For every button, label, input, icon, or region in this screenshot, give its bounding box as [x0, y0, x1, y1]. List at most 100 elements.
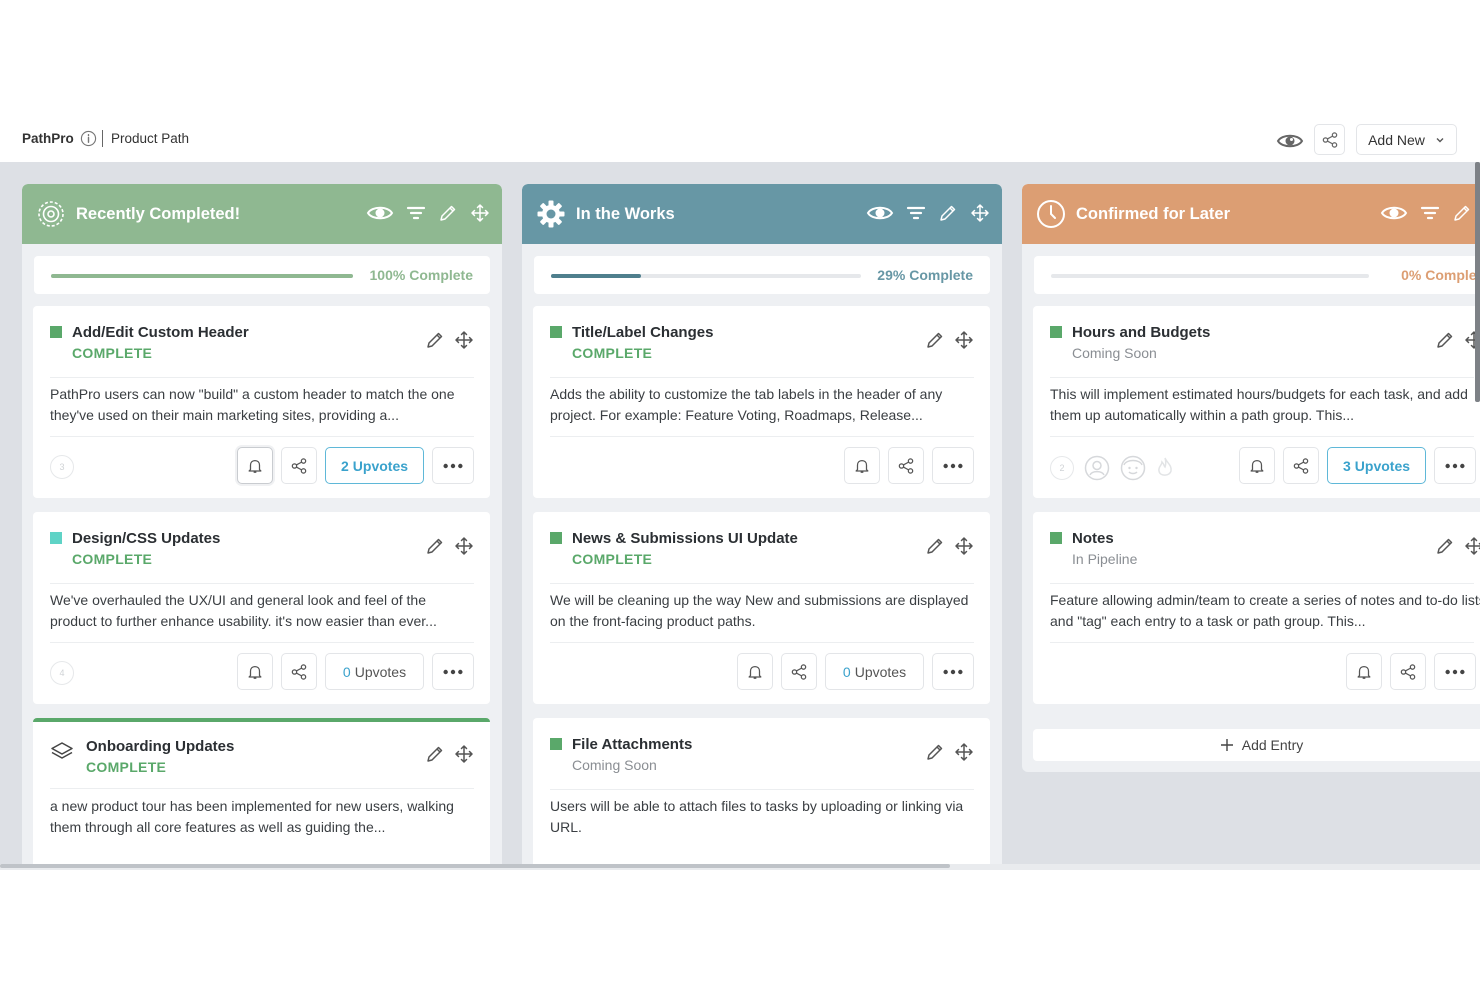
more-options-button[interactable] [1434, 447, 1476, 484]
pencil-icon[interactable] [925, 330, 945, 350]
breadcrumb[interactable]: Product Path [111, 131, 189, 146]
notify-button[interactable] [237, 447, 273, 484]
add-new-button[interactable]: Add New [1356, 124, 1457, 155]
share-icon [897, 457, 915, 475]
share-button[interactable] [1314, 124, 1345, 155]
share-button[interactable] [1390, 653, 1426, 690]
card-description: PathPro users can now "build" a custom h… [50, 386, 455, 423]
avatar-count: 4 [50, 661, 74, 685]
vertical-scrollbar[interactable] [1475, 162, 1480, 402]
notify-button[interactable] [737, 653, 773, 690]
move-icon[interactable] [454, 330, 474, 350]
notify-button[interactable] [237, 653, 273, 690]
more-options-button[interactable] [432, 447, 474, 484]
add-entry-button[interactable]: Add Entry [1033, 729, 1480, 761]
task-card[interactable]: File Attachments Coming Soon Users will … [533, 718, 990, 866]
more-options-button[interactable] [1434, 653, 1476, 690]
filter-icon[interactable] [906, 203, 926, 223]
share-icon [290, 457, 308, 475]
pencil-icon[interactable] [1452, 203, 1472, 223]
add-entry-label: Add Entry [1241, 737, 1304, 753]
pencil-icon[interactable] [1435, 330, 1455, 350]
task-card[interactable]: Design/CSS Updates COMPLETE We've overha… [33, 512, 490, 704]
share-button[interactable] [781, 653, 817, 690]
share-button[interactable] [281, 653, 317, 690]
card-title[interactable]: Design/CSS Updates [72, 530, 220, 547]
scrollbar-thumb[interactable] [0, 864, 950, 868]
target-icon [36, 199, 66, 229]
more-options-button[interactable] [932, 653, 974, 690]
move-icon[interactable] [1464, 536, 1480, 556]
task-card[interactable]: Add/Edit Custom Header COMPLETE PathPro … [33, 306, 490, 498]
upvote-button[interactable]: 3 Upvotes [1327, 447, 1426, 484]
task-card[interactable]: Title/Label Changes COMPLETE Adds the ab… [533, 306, 990, 498]
divider [1050, 583, 1474, 584]
flame-icon [1158, 457, 1172, 476]
move-icon[interactable] [954, 536, 974, 556]
notify-button[interactable] [1239, 447, 1275, 484]
gear-icon [536, 199, 566, 229]
card-title[interactable]: News & Submissions UI Update [572, 530, 798, 547]
pencil-icon[interactable] [938, 203, 958, 223]
task-card[interactable]: News & Submissions UI Update COMPLETE We… [533, 512, 990, 704]
card-description: This will implement estimated hours/budg… [1050, 386, 1468, 423]
move-icon[interactable] [454, 536, 474, 556]
divider [550, 436, 974, 437]
card-title[interactable]: File Attachments [572, 736, 692, 753]
eye-icon[interactable] [366, 203, 394, 223]
share-button[interactable] [1283, 447, 1319, 484]
card-description: We've overhauled the UX/UI and general l… [50, 592, 437, 629]
progress-track [551, 274, 861, 278]
share-button[interactable] [281, 447, 317, 484]
filter-icon[interactable] [1420, 203, 1440, 223]
upvote-button[interactable]: 0 Upvotes [825, 653, 924, 690]
move-icon[interactable] [954, 742, 974, 762]
eye-icon[interactable] [1276, 130, 1304, 152]
more-icon [942, 462, 964, 470]
pencil-icon[interactable] [925, 742, 945, 762]
progress-card: 29% Complete [534, 256, 990, 294]
share-button[interactable] [888, 447, 924, 484]
task-card[interactable]: Notes In Pipeline Feature allowing admin… [1033, 512, 1480, 704]
status-square [550, 326, 562, 338]
upvote-button[interactable]: 0 Upvotes [325, 653, 424, 690]
notify-button[interactable] [1346, 653, 1382, 690]
upvote-count: 2 [340, 457, 349, 474]
task-card[interactable]: Hours and Budgets Coming Soon This will … [1033, 306, 1480, 498]
more-options-button[interactable] [932, 447, 974, 484]
card-title[interactable]: Notes [1072, 530, 1114, 547]
pencil-icon[interactable] [438, 203, 458, 223]
move-icon[interactable] [954, 330, 974, 350]
share-icon [790, 663, 808, 681]
pencil-icon[interactable] [1435, 536, 1455, 556]
plus-icon [1220, 739, 1233, 751]
filter-icon[interactable] [406, 203, 426, 223]
upvote-button[interactable]: 2 Upvotes [325, 447, 424, 484]
upvote-label: Upvotes [354, 663, 407, 680]
card-status: COMPLETE [72, 345, 153, 361]
share-icon [1399, 663, 1417, 681]
card-title[interactable]: Hours and Budgets [1072, 324, 1210, 341]
task-card[interactable]: Onboarding Updates COMPLETE a new produc… [33, 718, 490, 866]
pencil-icon[interactable] [925, 536, 945, 556]
move-icon[interactable] [454, 744, 474, 764]
card-title[interactable]: Add/Edit Custom Header [72, 324, 249, 341]
move-icon[interactable] [470, 203, 490, 223]
notify-button[interactable] [844, 447, 880, 484]
info-icon[interactable] [80, 130, 97, 147]
pencil-icon[interactable] [425, 536, 445, 556]
bell-icon [853, 457, 871, 475]
card-title[interactable]: Title/Label Changes [572, 324, 713, 341]
horizontal-scrollbar[interactable] [0, 864, 1480, 870]
card-title[interactable]: Onboarding Updates [86, 738, 234, 755]
eye-icon[interactable] [866, 203, 894, 223]
more-options-button[interactable] [432, 653, 474, 690]
divider [50, 642, 474, 643]
move-icon[interactable] [970, 203, 990, 223]
status-square [50, 532, 62, 544]
eye-icon[interactable] [1380, 203, 1408, 223]
pencil-icon[interactable] [425, 330, 445, 350]
pencil-icon[interactable] [425, 744, 445, 764]
avatar-count: 3 [50, 455, 74, 479]
more-icon [942, 668, 964, 676]
